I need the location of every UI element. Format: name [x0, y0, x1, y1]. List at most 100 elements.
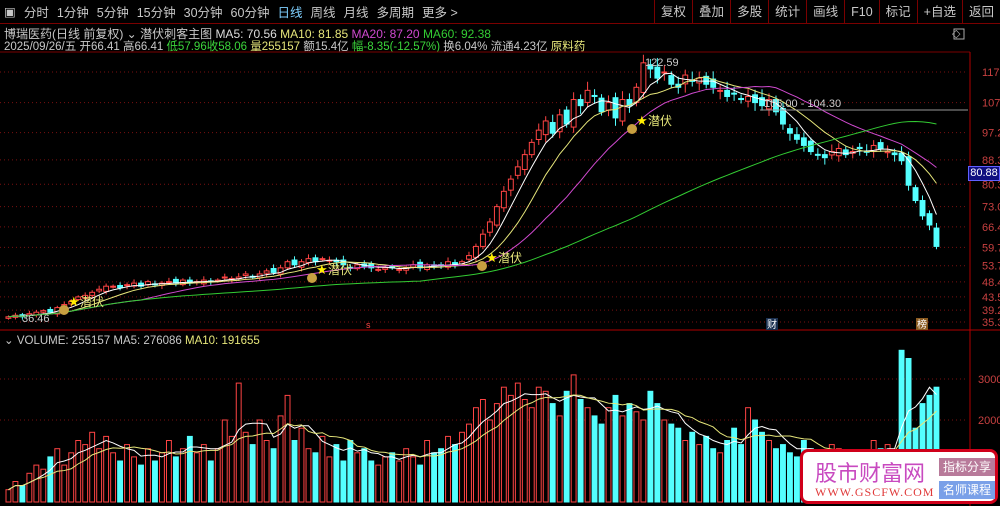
volume-bar: [668, 423, 675, 503]
volume-bar: [284, 394, 291, 503]
candle-body: [396, 268, 403, 271]
volume-bar: [326, 456, 333, 503]
volume-bar: [675, 427, 682, 503]
volume-bar: [5, 489, 12, 503]
low-price-label: 36.46: [22, 313, 50, 325]
signal-label: 潜伏: [648, 114, 672, 128]
candle-body: [891, 152, 898, 156]
volume-bar: [82, 444, 89, 503]
volume-bar: [786, 452, 793, 503]
range-label: 105.00 - 104.30: [764, 98, 841, 110]
volume-bar: [382, 456, 389, 503]
candle-body: [668, 75, 675, 85]
candle-body: [933, 227, 940, 247]
volume-bar: [312, 452, 319, 503]
candle-body: [473, 245, 479, 258]
volume-bar: [793, 456, 800, 503]
cai-marker: 财: [767, 318, 777, 331]
candle-body: [661, 71, 668, 74]
volume-bar: [291, 440, 298, 503]
candle-body: [96, 288, 103, 292]
volume-bar: [703, 435, 710, 503]
volume-bar: [445, 435, 451, 503]
candle-body: [291, 259, 298, 266]
price-tick: 80.3: [982, 179, 1000, 191]
candle-body: [165, 281, 172, 284]
price-tick: 53.7: [982, 261, 1000, 273]
high-price-label: 122.59: [645, 57, 679, 69]
volume-bar: [528, 407, 535, 503]
volume-bar: [256, 419, 263, 503]
volume-bar: [263, 440, 270, 503]
volume-bar: [375, 464, 382, 503]
candle-body: [500, 190, 507, 209]
volume-bar: [500, 386, 507, 503]
volume-tick: 3000: [978, 374, 1000, 386]
volume-bar: [26, 472, 33, 503]
candle-body: [724, 89, 731, 97]
volume-bar: [661, 419, 668, 503]
volume-bar: [270, 448, 277, 503]
candle-body: [731, 92, 738, 95]
gscfw-watermark-logo: 股市财富网 WWW.GSCFW.COM 指标分享 名师课程: [800, 449, 998, 504]
volume-bar: [577, 399, 584, 503]
price-tick: 73.0: [982, 202, 1000, 214]
volume-bar: [193, 452, 200, 503]
candle-body: [528, 141, 535, 156]
candle-body: [835, 148, 842, 157]
candle-body: [577, 99, 584, 107]
candle-body: [521, 154, 528, 170]
candle-body: [591, 94, 598, 97]
candle-body: [382, 267, 389, 270]
volume-bar: [347, 440, 354, 503]
volume-bar: [654, 403, 661, 503]
volume-bar: [766, 440, 772, 503]
volume-bar: [752, 419, 758, 503]
volume-bar: [54, 448, 61, 503]
price-tick: 48.4: [982, 277, 1000, 289]
volume-bar: [145, 448, 151, 503]
volume-bar: [298, 427, 305, 503]
volume-bar: [738, 444, 745, 503]
candle-body: [877, 142, 884, 149]
price-tick: 66.4: [982, 222, 1000, 234]
candle-body: [563, 109, 570, 125]
volume-bar: [424, 440, 431, 503]
price-tick: 39.2: [982, 305, 1000, 317]
kline-chart[interactable]: ◇11710797.288.380.373.066.459.753.748.44…: [0, 0, 1000, 506]
candle-body: [786, 128, 793, 134]
volume-bar: [549, 403, 556, 503]
volume-bar: [152, 460, 158, 503]
volume-bar: [514, 382, 521, 503]
candle-body: [612, 97, 619, 119]
candle-body: [507, 178, 514, 191]
candle-body: [221, 276, 228, 279]
volume-bar: [759, 431, 765, 503]
candle-body: [856, 146, 863, 150]
volume-bar: [724, 440, 731, 503]
volume-bar: [89, 431, 96, 503]
volume-bar: [200, 444, 207, 503]
diamond-icon: ◇: [952, 28, 961, 40]
volume-bar: [165, 440, 172, 503]
candle-body: [270, 268, 277, 273]
star-icon: ★: [316, 262, 328, 277]
volume-bar: [138, 464, 144, 503]
candle-body: [305, 258, 312, 264]
candle-body: [912, 187, 919, 202]
candle-body: [884, 151, 891, 154]
price-tick: 43.5: [982, 292, 1000, 304]
candle-body: [47, 308, 54, 313]
candle-body: [542, 120, 549, 136]
bang-marker: 榜: [917, 318, 927, 331]
volume-bar: [249, 444, 256, 503]
candle-body: [284, 261, 291, 269]
volume-bar: [110, 452, 117, 503]
volume-bar: [612, 394, 619, 503]
volume-bar: [368, 460, 375, 503]
volume-bar: [19, 485, 26, 503]
candle-body: [493, 206, 500, 226]
volume-bar: [340, 460, 347, 503]
candle-body: [375, 268, 382, 271]
volume-bar: [521, 399, 528, 503]
